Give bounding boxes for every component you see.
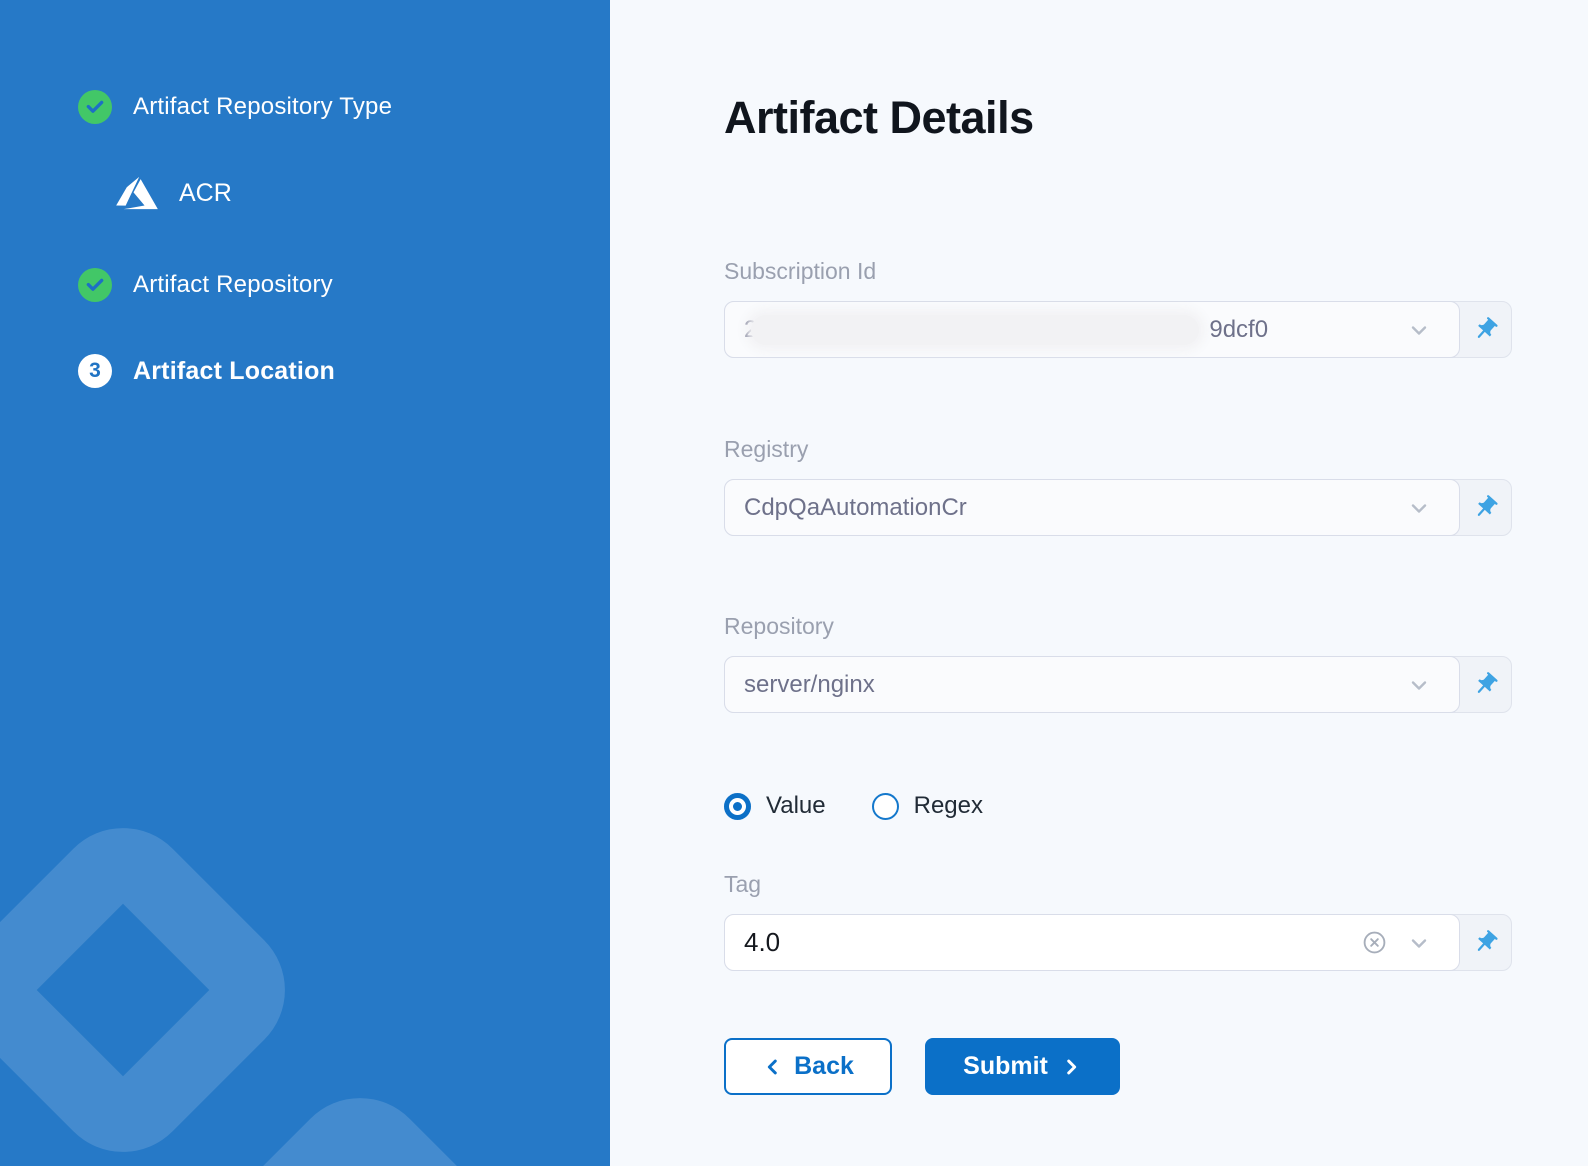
pushpin-icon: [1466, 923, 1504, 961]
registry-field: CdpQaAutomationCr: [724, 479, 1512, 536]
radio-value[interactable]: Value: [724, 792, 826, 820]
pushpin-icon: [1466, 665, 1504, 703]
subscription-id-select[interactable]: 29dcf0: [724, 301, 1460, 358]
page-title: Artifact Details: [724, 92, 1512, 144]
subscription-pin-button[interactable]: [1460, 302, 1511, 357]
registry-label: Registry: [724, 436, 1512, 463]
step-artifact-location[interactable]: 3 Artifact Location: [78, 354, 610, 388]
step-label: Artifact Location: [133, 357, 335, 386]
pushpin-icon: [1466, 488, 1504, 526]
radio-unselected-icon[interactable]: [872, 793, 899, 820]
submit-button[interactable]: Submit: [925, 1038, 1120, 1095]
tag-clear-button[interactable]: [1351, 930, 1397, 955]
tag-dropdown-toggle[interactable]: [1397, 931, 1441, 955]
tag-input[interactable]: [744, 927, 1351, 958]
artifact-wizard: Artifact Repository Type ACR Artifact Re…: [0, 0, 1588, 1166]
repository-field: server/nginx: [724, 656, 1512, 713]
check-icon: [85, 275, 105, 295]
wizard-actions: Back Submit: [724, 1038, 1512, 1095]
repository-dropdown-toggle[interactable]: [1397, 673, 1441, 697]
radio-regex-label: Regex: [914, 792, 983, 820]
chevron-down-icon: [1407, 496, 1431, 520]
submit-button-label: Submit: [963, 1052, 1048, 1081]
azure-logo-icon: [111, 168, 163, 218]
repository-select[interactable]: server/nginx: [724, 656, 1460, 713]
step-list: Artifact Repository Type ACR Artifact Re…: [0, 0, 610, 388]
subscription-id-field: 29dcf0: [724, 301, 1512, 358]
brand-watermark: [0, 799, 314, 1166]
tag-combobox: [724, 914, 1460, 971]
radio-selected-icon[interactable]: [724, 793, 751, 820]
registry-select[interactable]: CdpQaAutomationCr: [724, 479, 1460, 536]
step-sub-label: ACR: [179, 179, 232, 208]
brand-watermark: [169, 1069, 551, 1166]
tag-pin-button[interactable]: [1460, 915, 1511, 970]
step-label: Artifact Repository: [133, 271, 333, 299]
registry-value: CdpQaAutomationCr: [744, 494, 967, 522]
step-artifact-repository[interactable]: Artifact Repository: [78, 268, 610, 302]
chevron-down-icon: [1407, 318, 1431, 342]
redacted-blur: [751, 315, 1199, 345]
chevron-down-icon: [1407, 673, 1431, 697]
match-mode-radio-group: Value Regex: [724, 792, 1512, 820]
pushpin-icon: [1466, 310, 1504, 348]
subscription-dropdown-toggle[interactable]: [1397, 318, 1441, 342]
radio-regex[interactable]: Regex: [872, 792, 983, 820]
step-complete-badge: [78, 268, 112, 302]
back-button-label: Back: [794, 1052, 854, 1081]
chevron-down-icon: [1407, 931, 1431, 955]
chevron-right-icon: [1060, 1056, 1082, 1078]
step-artifact-repository-type[interactable]: Artifact Repository Type: [78, 90, 610, 124]
back-button[interactable]: Back: [724, 1038, 892, 1095]
artifact-details-panel: Artifact Details Subscription Id 29dcf0 …: [610, 0, 1588, 1166]
clear-circle-x-icon: [1362, 930, 1387, 955]
wizard-steps-sidebar: Artifact Repository Type ACR Artifact Re…: [0, 0, 610, 1166]
step-complete-badge: [78, 90, 112, 124]
registry-dropdown-toggle[interactable]: [1397, 496, 1441, 520]
repository-label: Repository: [724, 613, 1512, 640]
tag-field: [724, 914, 1512, 971]
tag-label: Tag: [724, 871, 1512, 898]
repository-value: server/nginx: [744, 671, 875, 699]
step-number-badge: 3: [78, 354, 112, 388]
radio-value-label: Value: [766, 792, 826, 820]
registry-pin-button[interactable]: [1460, 480, 1511, 535]
step-label: Artifact Repository Type: [133, 93, 392, 121]
subscription-id-label: Subscription Id: [724, 258, 1512, 285]
subscription-id-value-suffix: 9dcf0: [1209, 316, 1268, 344]
chevron-left-icon: [762, 1056, 784, 1078]
check-icon: [85, 97, 105, 117]
step-selected-type-acr[interactable]: ACR: [111, 168, 610, 218]
repository-pin-button[interactable]: [1460, 657, 1511, 712]
